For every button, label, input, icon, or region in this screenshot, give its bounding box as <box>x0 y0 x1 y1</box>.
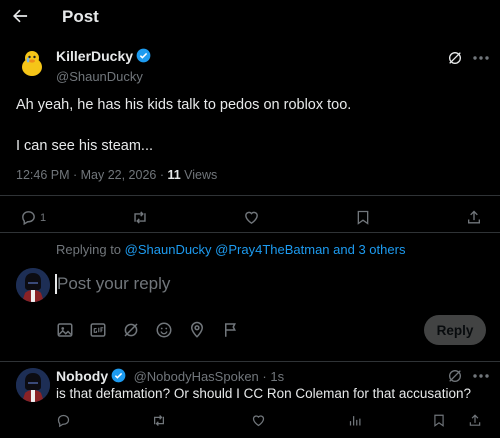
arrow-left-icon <box>13 9 28 23</box>
like-action[interactable] <box>243 209 260 226</box>
divider <box>0 361 500 362</box>
location-pin-icon <box>190 321 204 338</box>
divider <box>0 232 500 233</box>
avatar[interactable] <box>16 47 48 79</box>
reply-grok-button[interactable] <box>447 368 463 384</box>
reply-count: 1 <box>40 211 47 224</box>
more-button[interactable] <box>473 55 489 61</box>
reply-icon <box>22 211 35 226</box>
share-action[interactable] <box>466 209 482 226</box>
page-title: Post <box>62 7 99 26</box>
reply-time[interactable]: · 1s <box>259 369 284 384</box>
gif-icon <box>90 323 106 337</box>
media-button[interactable] <box>56 321 74 339</box>
image-icon <box>57 323 73 337</box>
more-icon <box>473 374 489 378</box>
tweet-meta: 12:46 PM · May 22, 2026 · 11 Views <box>16 168 217 182</box>
bookmark-action[interactable] <box>355 209 371 226</box>
views-icon <box>349 416 361 426</box>
grok-compose-button[interactable] <box>122 321 140 339</box>
tweet-text-line-2: I can see his steam... <box>16 138 154 154</box>
reply-like-action[interactable] <box>251 413 266 428</box>
grok-icon <box>449 370 461 382</box>
composer-avatar[interactable] <box>16 268 50 302</box>
reply-share-action[interactable] <box>468 413 482 428</box>
reply-avatar[interactable] <box>16 368 50 402</box>
knight-avatar-icon <box>16 268 50 302</box>
knight-avatar-icon <box>16 368 50 402</box>
grok-icon <box>449 52 461 64</box>
grok-icon <box>124 323 138 337</box>
reply-button[interactable]: Reply <box>424 315 486 345</box>
more-icon <box>473 56 489 60</box>
divider <box>0 195 500 196</box>
replying-users[interactable]: @ShaunDucky @Pray4TheBatman <box>125 242 330 257</box>
repost-icon <box>154 415 164 426</box>
replying-to: Replying to @ShaunDucky @Pray4TheBatman … <box>56 242 405 257</box>
like-icon <box>252 415 265 427</box>
reply-input[interactable]: Post your reply <box>57 274 170 294</box>
emoji-icon <box>156 322 172 338</box>
back-button[interactable] <box>10 6 36 28</box>
tweet-text-line-1: Ah yeah, he has his kids talk to pedos o… <box>16 97 352 113</box>
emoji-button[interactable] <box>155 321 173 339</box>
views-label: Views <box>180 168 218 182</box>
reply-header: Nobody @NobodyHasSpoken · 1s <box>56 368 284 386</box>
reply-bookmark-action[interactable] <box>432 413 446 428</box>
reply-author-name[interactable]: Nobody <box>56 368 108 384</box>
replying-and: and <box>329 242 359 257</box>
reply-author-handle[interactable]: @NobodyHasSpoken <box>134 369 259 384</box>
reply-reply-action[interactable] <box>56 413 71 428</box>
flag-icon <box>225 323 236 337</box>
replying-others[interactable]: 3 others <box>358 242 405 257</box>
author-handle[interactable]: @ShaunDucky <box>56 69 151 84</box>
reply-action[interactable]: 1 <box>20 209 46 226</box>
bookmark-icon <box>357 210 369 225</box>
reply-views-action[interactable] <box>348 413 363 428</box>
duck-avatar-icon <box>16 47 48 79</box>
timestamp[interactable]: 12:46 PM · May 22, 2026 · <box>16 168 167 182</box>
verified-badge-icon <box>111 368 126 383</box>
author-name[interactable]: KillerDucky <box>56 48 133 64</box>
reply-icon <box>57 414 70 428</box>
flag-button[interactable] <box>222 321 240 339</box>
repost-action[interactable] <box>131 209 149 226</box>
reply-more-button[interactable] <box>473 373 489 379</box>
bookmark-icon <box>434 414 444 427</box>
share-icon <box>468 210 480 224</box>
grok-button[interactable] <box>447 50 463 66</box>
reply-repost-action[interactable] <box>151 413 167 428</box>
location-button[interactable] <box>188 321 206 339</box>
replying-prefix: Replying to <box>56 242 125 257</box>
repost-icon <box>134 211 146 224</box>
verified-badge-icon <box>136 48 151 63</box>
share-icon <box>469 414 481 426</box>
reply-text: is that defamation? Or should I CC Ron C… <box>56 386 471 401</box>
views-count: 11 <box>167 168 181 182</box>
like-icon <box>245 211 258 225</box>
gif-button[interactable] <box>89 321 107 339</box>
